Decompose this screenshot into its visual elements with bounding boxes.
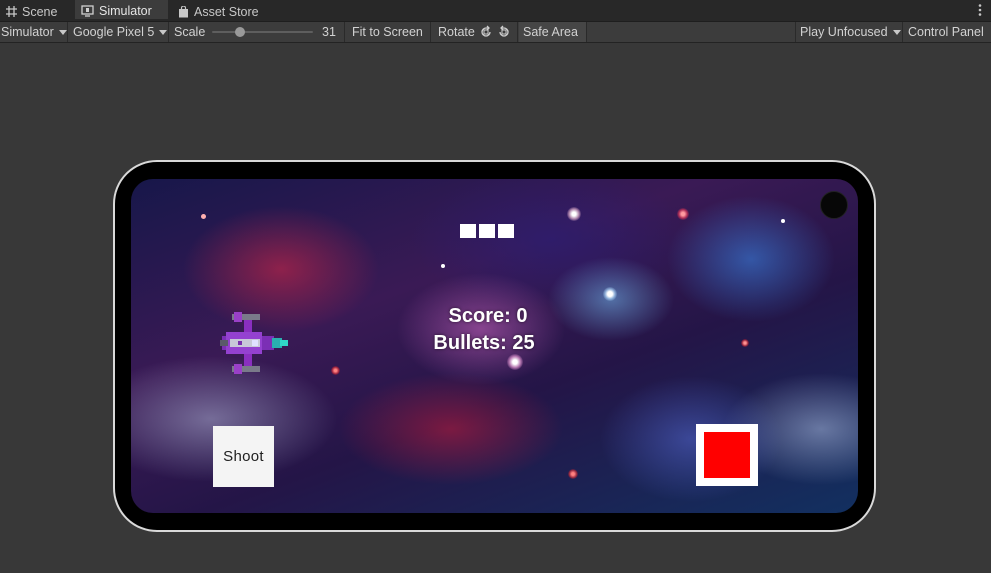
spaceship-sprite — [220, 312, 288, 374]
star — [441, 264, 445, 268]
simulator-toolbar: Simulator Google Pixel 5 Scale 31 Fit to… — [0, 22, 991, 43]
life-icon — [479, 224, 495, 238]
rotate-right-icon[interactable] — [497, 25, 511, 39]
device-dropdown[interactable]: Google Pixel 5 — [69, 22, 169, 42]
red-action-button[interactable] — [696, 424, 758, 486]
chevron-down-icon — [892, 29, 901, 35]
red-square — [704, 432, 750, 478]
bullets-text: Bullets: 25 — [433, 332, 535, 354]
chevron-down-icon — [58, 29, 67, 35]
score-text: Score: 0 — [448, 305, 528, 327]
scale-label: Scale — [174, 25, 206, 39]
star — [331, 366, 340, 375]
rotate-label: Rotate — [438, 25, 475, 39]
life-icon — [498, 224, 514, 238]
device-icon — [81, 4, 94, 17]
bag-icon — [179, 5, 188, 17]
play-mode-label: Play Unfocused — [800, 25, 888, 39]
tab-scene[interactable]: Scene — [0, 2, 70, 21]
tab-label: Simulator — [99, 3, 152, 18]
tab-simulator[interactable]: Simulator — [75, 0, 168, 19]
mode-dropdown[interactable]: Simulator — [0, 22, 68, 42]
shoot-button[interactable]: Shoot — [213, 426, 274, 487]
tab-label: Scene — [22, 4, 58, 19]
life-icon — [460, 224, 476, 238]
more-options-icon[interactable] — [977, 3, 983, 17]
fit-to-screen-button[interactable]: Fit to Screen — [346, 22, 431, 42]
grid-icon — [6, 6, 17, 17]
scale-slider-track[interactable] — [212, 31, 313, 33]
play-mode-dropdown[interactable]: Play Unfocused — [795, 22, 903, 42]
control-panel-label: Control Panel — [908, 25, 984, 39]
scale-value: 31 — [322, 25, 336, 39]
mode-dropdown-label: Simulator — [1, 25, 54, 39]
tab-bar: Scene Simulator Asset Store — [0, 0, 991, 22]
star — [568, 469, 578, 479]
camera-cutout — [820, 191, 848, 219]
rotate-left-icon[interactable] — [479, 25, 493, 39]
scale-slider-thumb[interactable] — [235, 27, 245, 37]
chevron-down-icon — [159, 29, 168, 35]
star — [507, 354, 523, 370]
control-panel-button[interactable]: Control Panel — [904, 22, 991, 42]
fit-to-screen-label: Fit to Screen — [352, 25, 423, 39]
star — [677, 208, 689, 220]
tab-asset-store[interactable]: Asset Store — [172, 2, 267, 21]
safe-area-toggle[interactable]: Safe Area — [519, 22, 587, 42]
star — [603, 287, 617, 301]
star — [201, 214, 206, 219]
star — [567, 207, 581, 221]
star — [741, 339, 749, 347]
lives-indicator — [460, 224, 514, 238]
tab-label: Asset Store — [194, 4, 259, 19]
star — [781, 219, 785, 223]
rotate-control: Rotate — [432, 22, 518, 42]
safe-area-label: Safe Area — [523, 25, 578, 39]
device-dropdown-label: Google Pixel 5 — [73, 25, 155, 39]
